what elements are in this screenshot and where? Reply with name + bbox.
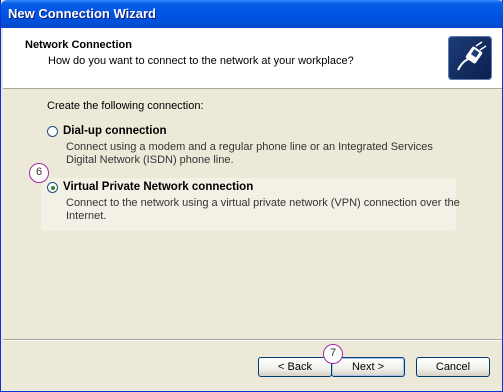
wizard-header: Network Connection How do you want to co… [3,28,502,89]
dialup-radio[interactable] [47,126,58,137]
cancel-button[interactable]: Cancel [416,357,490,377]
network-plug-icon [448,36,492,80]
dialup-option[interactable]: Dial-up connection Connect using a modem… [41,122,456,172]
title-bar[interactable]: New Connection Wizard [1,0,503,28]
window-title: New Connection Wizard [8,6,156,21]
step-marker-7: 7 [323,344,343,364]
back-button[interactable]: < Back [258,357,332,377]
dialup-label[interactable]: Dial-up connection [63,125,167,137]
footer-separator [3,339,502,341]
header-subtitle: How do you want to connect to the networ… [48,55,354,67]
vpn-label[interactable]: Virtual Private Network connection [63,181,253,193]
wizard-window: New Connection Wizard Network Connection… [0,0,503,392]
vpn-radio[interactable] [47,182,58,193]
dialup-description: Connect using a modem and a regular phon… [66,141,433,166]
connection-prompt: Create the following connection: [47,100,204,112]
step-marker-6: 6 [29,163,49,183]
vpn-option[interactable]: Virtual Private Network connection Conne… [41,178,460,231]
vpn-description: Connect to the network using a virtual p… [66,197,460,222]
next-button[interactable]: Next > [331,357,405,377]
wizard-body: Create the following connection: Dial-up… [3,89,502,339]
header-title: Network Connection [25,39,132,51]
